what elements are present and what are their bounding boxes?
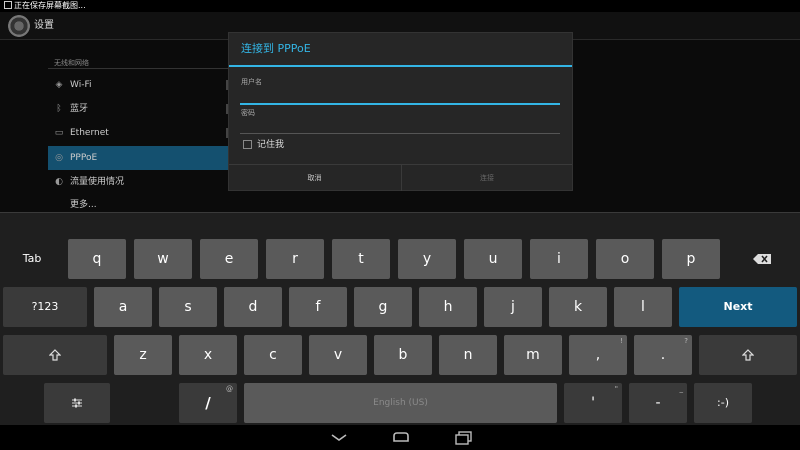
key-v[interactable]: v [309,335,367,375]
key-apostrophe[interactable]: ' " [564,383,622,423]
key-c[interactable]: c [244,335,302,375]
key-comma-hint: ! [620,337,623,345]
recent-apps-button[interactable] [448,430,478,445]
key-dash-label: - [655,395,661,411]
screenshot-icon [4,1,12,9]
key-n[interactable]: n [439,335,497,375]
space-key[interactable]: English (US) [244,383,557,423]
settings-item-pppoe[interactable]: ◎ PPPoE [48,146,228,170]
hide-keyboard-icon [331,434,347,441]
key-period-label: . [660,347,666,363]
connect-button[interactable]: 连接 [401,165,572,191]
pppoe-icon: ◎ [55,153,63,163]
settings-item-label: PPPoE [70,153,98,163]
password-underline [240,133,560,134]
password-label: 密码 [241,109,255,117]
settings-item-label: 流量使用情况 [70,177,125,187]
back-button[interactable] [324,430,354,445]
settings-item-label: Ethernet [70,128,109,138]
navigation-bar [0,425,800,450]
backspace-key[interactable] [728,239,796,279]
status-bar: 正在保存屏幕截图... [0,0,800,12]
wifi-icon: ◈ [55,80,63,90]
key-f[interactable]: f [289,287,347,327]
password-field[interactable] [240,119,560,133]
key-u[interactable]: u [464,239,522,279]
settings-item-label: 蓝牙 [70,104,89,114]
settings-item-data-usage[interactable]: ◐ 流量使用情况 [48,170,228,194]
status-text: 正在保存屏幕截图... [14,1,86,10]
settings-app-icon[interactable] [8,15,30,37]
remember-me-label: 记住我 [257,140,285,150]
key-dash[interactable]: - _ [629,383,687,423]
key-a[interactable]: a [94,287,152,327]
key-slash[interactable]: / @ [179,383,237,423]
key-t[interactable]: t [332,239,390,279]
key-j[interactable]: j [484,287,542,327]
language-settings-key[interactable] [44,383,110,423]
ethernet-icon: ▭ [54,128,64,138]
key-d[interactable]: d [224,287,282,327]
section-divider [48,68,228,69]
key-o[interactable]: o [596,239,654,279]
home-button[interactable] [386,430,416,445]
key-slash-hint: @ [226,385,233,393]
recent-apps-icon [455,431,472,445]
key-x[interactable]: x [179,335,237,375]
key-dash-hint: _ [679,385,684,393]
settings-item-bluetooth[interactable]: ᛒ 蓝牙 [48,97,234,121]
key-b[interactable]: b [374,335,432,375]
key-k[interactable]: k [549,287,607,327]
tab-key[interactable]: Tab [3,239,61,279]
key-period-hint: ? [684,337,688,345]
username-label: 用户名 [241,78,262,86]
key-s[interactable]: s [159,287,217,327]
data-usage-icon: ◐ [55,177,63,187]
shift-icon [48,349,62,361]
app-title: 设置 [34,20,54,31]
next-key[interactable]: Next [679,287,797,327]
pppoe-dialog: 连接到 PPPoE 用户名 密码 记住我 取消 连接 [229,33,572,191]
key-period[interactable]: . ? [634,335,692,375]
key-apostrophe-label: ' [591,395,595,411]
shift-icon [741,349,755,361]
backspace-icon [753,254,771,264]
settings-item-more[interactable]: 更多... [48,194,228,212]
key-z[interactable]: z [114,335,172,375]
remember-me-checkbox[interactable] [243,140,252,149]
section-header: 无线和网络 [54,59,89,67]
symbols-key[interactable]: ?123 [3,287,87,327]
username-field[interactable] [240,89,560,103]
settings-item-label: Wi-Fi [70,80,92,90]
key-e[interactable]: e [200,239,258,279]
key-comma[interactable]: , ! [569,335,627,375]
shift-key-right[interactable] [699,335,797,375]
key-w[interactable]: w [134,239,192,279]
key-i[interactable]: i [530,239,588,279]
bluetooth-icon: ᛒ [56,104,62,114]
username-underline [240,103,560,105]
key-m[interactable]: m [504,335,562,375]
key-y[interactable]: y [398,239,456,279]
dialog-button-bar: 取消 连接 [229,164,572,191]
dialog-title-divider [229,65,572,67]
key-q[interactable]: q [68,239,126,279]
key-r[interactable]: r [266,239,324,279]
key-apostrophe-hint: " [614,385,618,393]
key-slash-label: / [205,394,211,412]
key-g[interactable]: g [354,287,412,327]
settings-sliders-icon [72,398,82,408]
key-comma-label: , [595,347,601,363]
home-icon [393,432,409,442]
key-p[interactable]: p [662,239,720,279]
soft-keyboard: Tab q w e r t y u i o p ?123 a s d f g h… [0,212,800,425]
shift-key-left[interactable] [3,335,107,375]
emoticon-key[interactable]: :-) [694,383,752,423]
key-h[interactable]: h [419,287,477,327]
dialog-title: 连接到 PPPoE [241,42,311,55]
key-l[interactable]: l [614,287,672,327]
cancel-button[interactable]: 取消 [229,165,400,191]
settings-item-ethernet[interactable]: ▭ Ethernet [48,121,234,145]
settings-item-wifi[interactable]: ◈ Wi-Fi [48,73,234,97]
